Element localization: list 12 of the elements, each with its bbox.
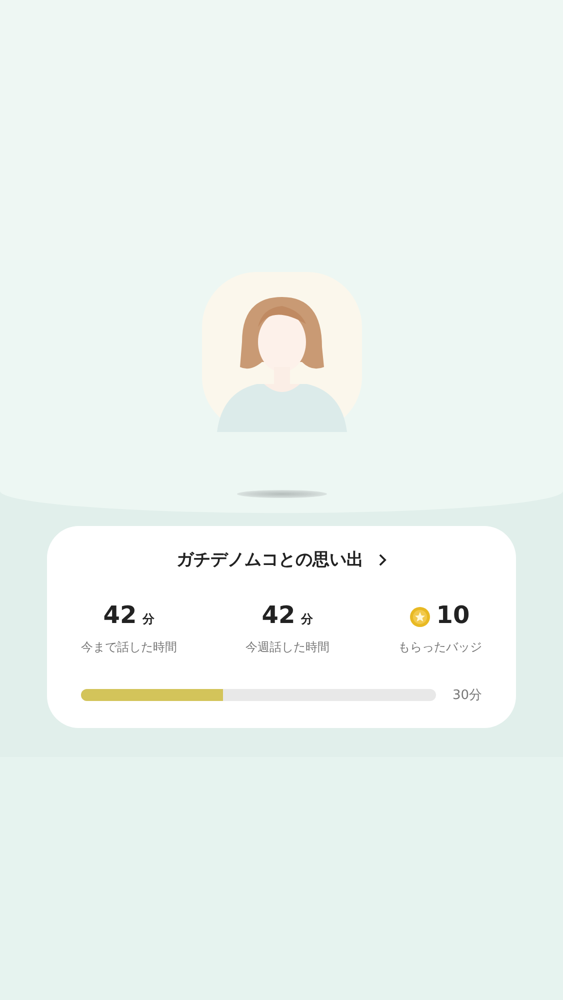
stat-unit: 分 <box>142 611 155 628</box>
stat-unit: 分 <box>301 611 314 628</box>
stat-label: もらったバッジ <box>398 639 482 656</box>
stat-value: 10 <box>436 601 470 629</box>
memories-link[interactable]: ガチデノムコとの思い出 <box>176 548 386 571</box>
star-coin-icon <box>410 607 430 627</box>
goal-label: 30分 <box>452 687 482 704</box>
stat-value: 42 <box>103 601 137 629</box>
stat-value: 42 <box>262 601 296 629</box>
stat-label: 今週話した時間 <box>246 639 330 656</box>
stat-label: 今まで話した時間 <box>81 639 177 656</box>
chevron-right-icon <box>378 554 386 566</box>
